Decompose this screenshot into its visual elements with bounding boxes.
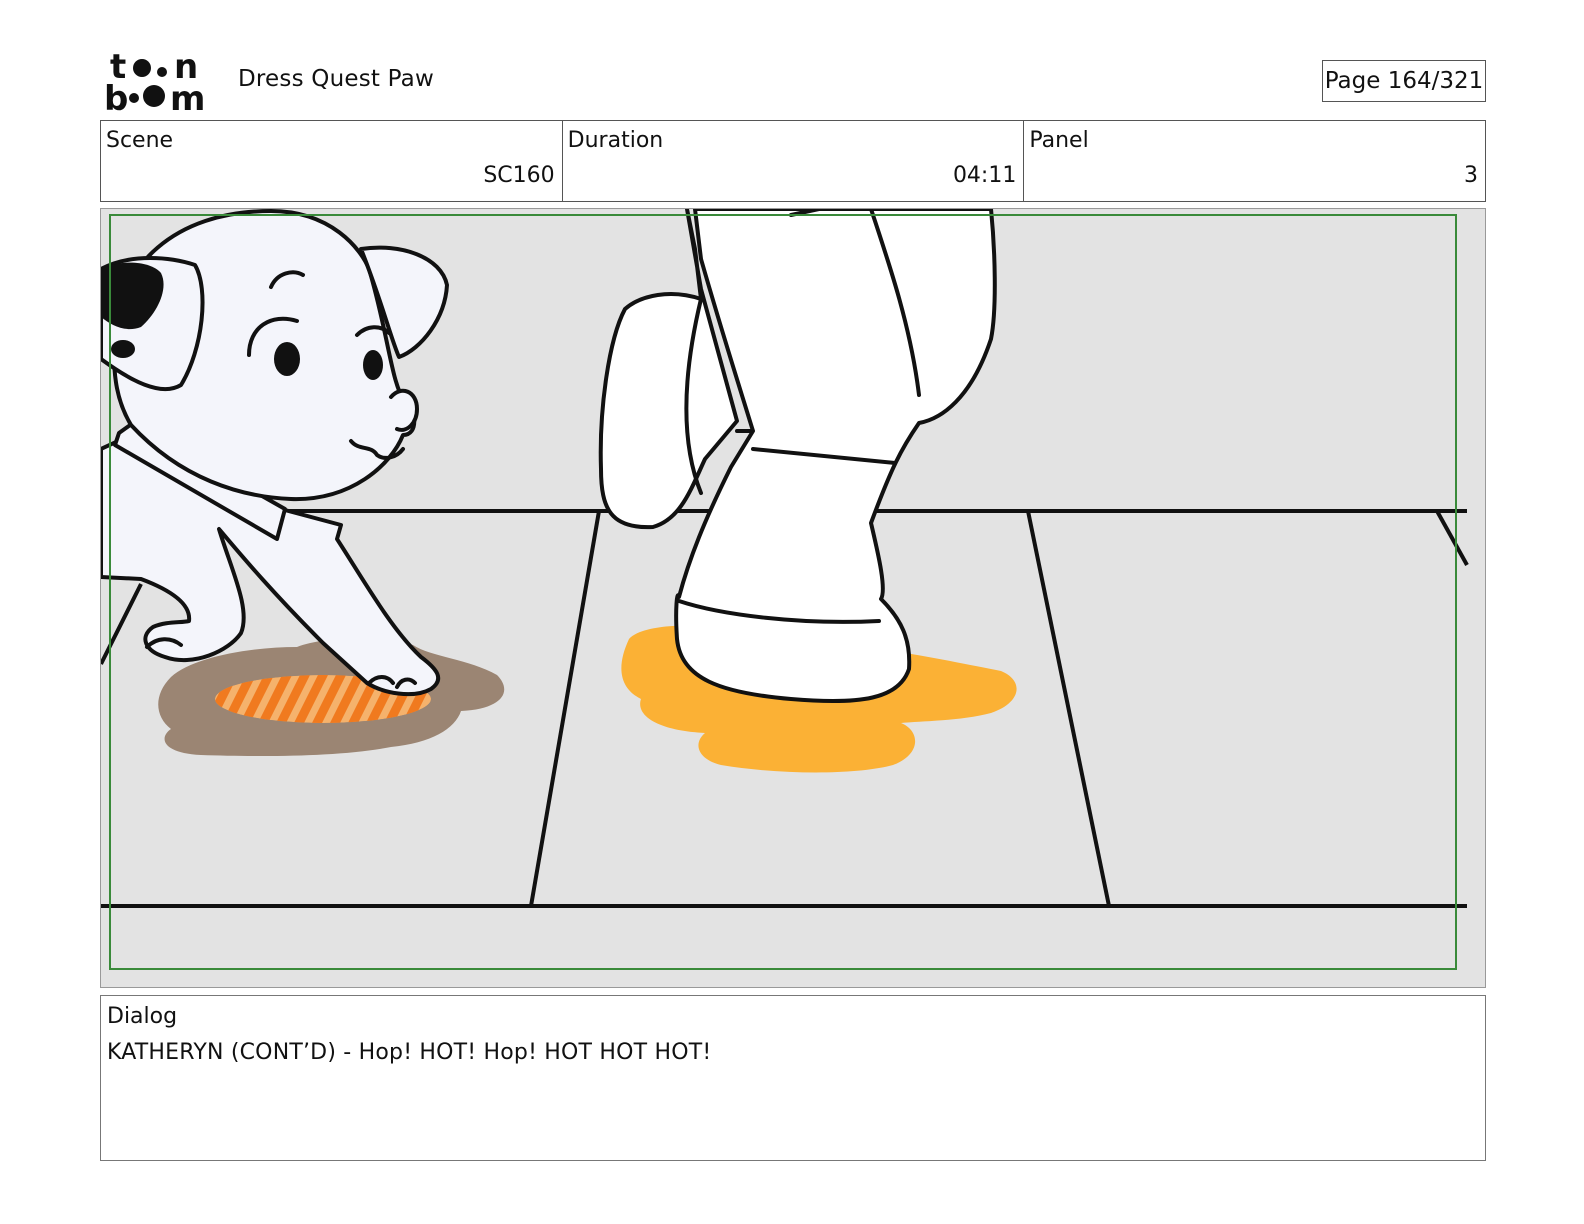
duration-value: 04:11 [952, 163, 1017, 188]
scene-label: Scene [106, 128, 174, 153]
storyboard-panel [100, 208, 1486, 988]
panel-drawing [101, 209, 1485, 987]
panel-value: 3 [1464, 163, 1479, 188]
dialog-text: KATHERYN (CONT’D) - Hop! HOT! Hop! HOT H… [107, 1040, 712, 1065]
duration-label: Duration [567, 128, 664, 153]
dialog-label: Dialog [107, 1004, 178, 1029]
panel-cell: Panel 3 [1024, 121, 1485, 201]
project-title: Dress Quest Paw [238, 66, 434, 92]
panel-info-row: Scene SC160 Duration 04:11 Panel 3 [100, 120, 1486, 202]
scene-value: SC160 [483, 163, 555, 188]
scene-cell: Scene SC160 [101, 121, 563, 201]
toon-boom-logo: t n b m [104, 50, 205, 114]
duration-cell: Duration 04:11 [563, 121, 1025, 201]
svg-text:m: m [170, 79, 205, 114]
dialog-box: Dialog KATHERYN (CONT’D) - Hop! HOT! Hop… [100, 995, 1486, 1161]
svg-text:b: b [104, 79, 128, 114]
panel-label: Panel [1029, 128, 1089, 153]
page-counter: Page 164/321 [1322, 60, 1486, 102]
